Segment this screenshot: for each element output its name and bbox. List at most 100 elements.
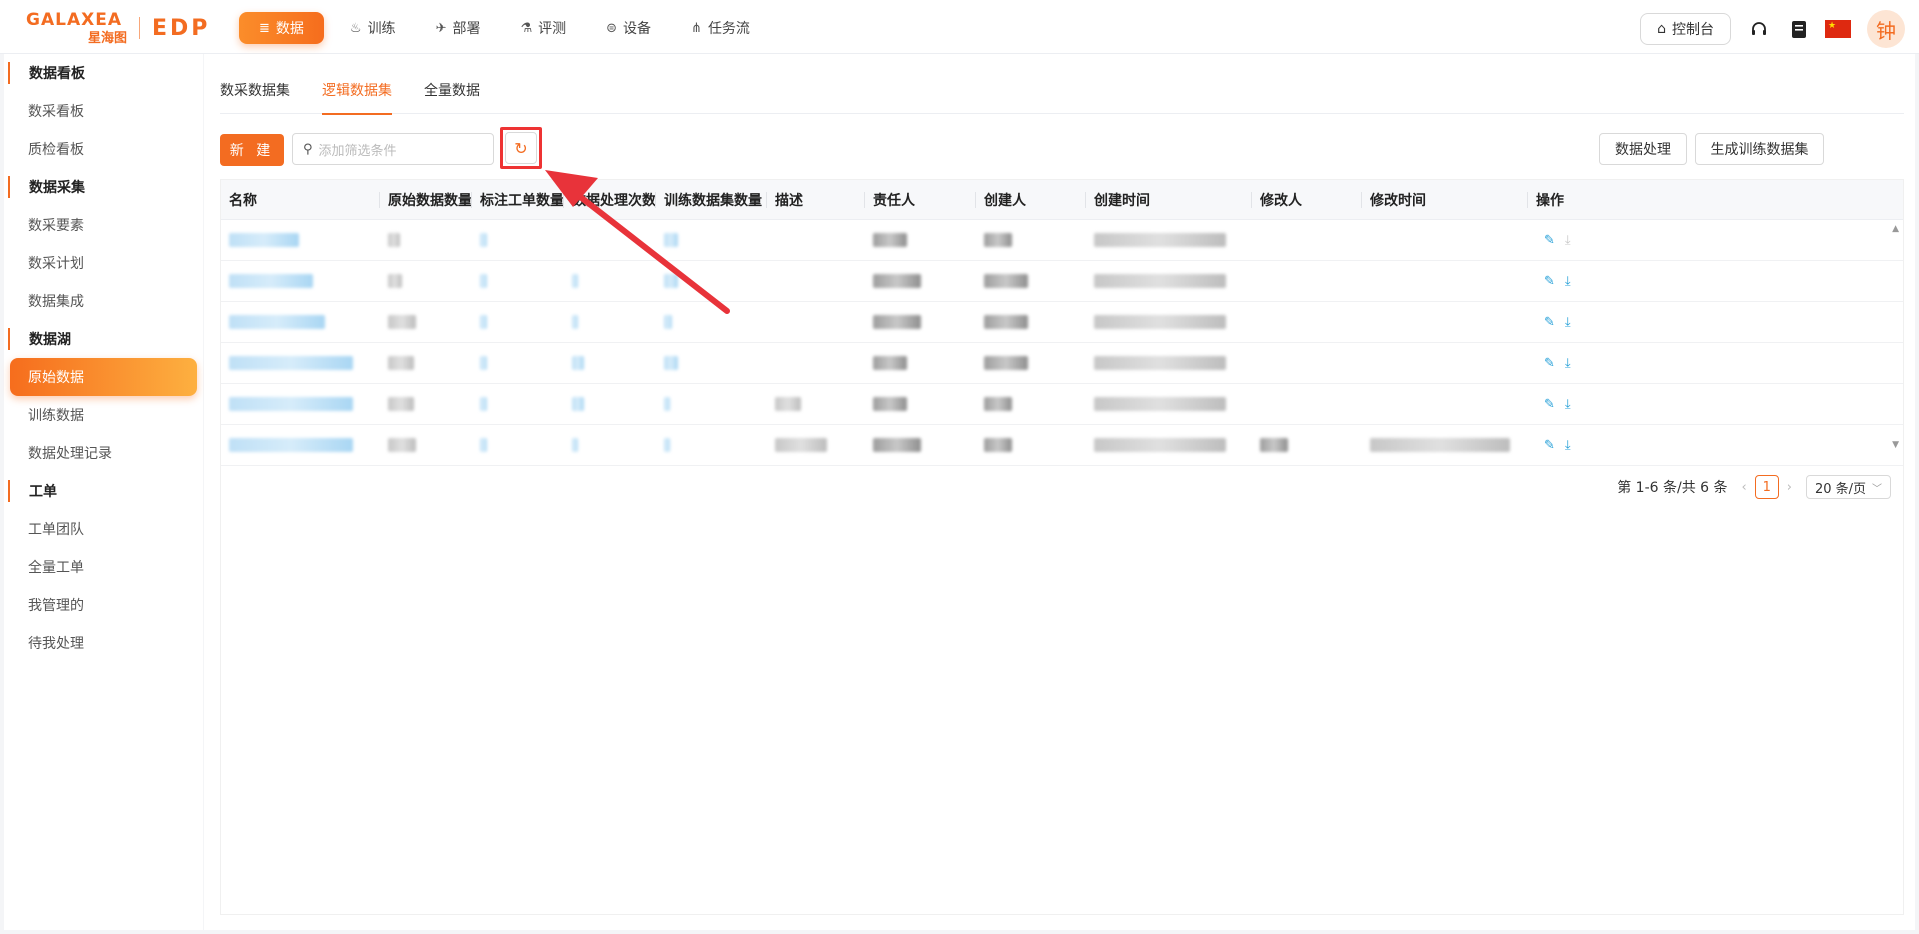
next-page-icon[interactable]: › (1787, 480, 1792, 495)
data-process-button[interactable]: 数据处理 (1599, 133, 1687, 165)
table-cell (976, 302, 1086, 343)
headset-icon[interactable] (1745, 15, 1773, 43)
table-row[interactable]: ✎ ⤓ (221, 384, 1903, 425)
table-cell[interactable] (221, 261, 380, 302)
download-icon[interactable]: ⤓ (1565, 438, 1571, 453)
china-flag-icon[interactable] (1825, 20, 1851, 38)
row-actions: ✎ ⤓ (1528, 220, 1624, 261)
edit-icon[interactable]: ✎ (1544, 233, 1555, 248)
table-cell[interactable] (221, 343, 380, 384)
edit-icon[interactable]: ✎ (1544, 438, 1555, 453)
redacted-value (984, 438, 1012, 452)
table-cell (1086, 343, 1252, 384)
sidebar-group: 数据湖 (4, 320, 203, 358)
redacted-value (1094, 233, 1226, 247)
redacted-value (480, 356, 487, 370)
console-button[interactable]: ⌂ 控制台 (1640, 13, 1731, 45)
sidebar-item[interactable]: 工单团队 (4, 510, 203, 548)
redacted-value (1094, 356, 1226, 370)
scroll-up-icon[interactable]: ▲ (1892, 224, 1899, 234)
table-cell (380, 343, 472, 384)
table-cell (865, 343, 976, 384)
sidebar-item[interactable]: 待我处理 (4, 624, 203, 662)
table-cell (380, 384, 472, 425)
scroll-down-icon[interactable]: ▼ (1892, 440, 1899, 450)
page-number[interactable]: 1 (1754, 475, 1779, 499)
table-cell[interactable] (221, 220, 380, 261)
redacted-value (229, 397, 353, 411)
redacted-value (664, 274, 678, 288)
logo-sub: 星海图 (88, 30, 128, 46)
redacted-value (388, 356, 414, 370)
edit-icon[interactable]: ✎ (1544, 274, 1555, 289)
nav-item-3[interactable]: ⚗ 评测 (506, 12, 580, 44)
new-button[interactable]: 新 建 (220, 134, 284, 166)
table-cell[interactable] (221, 302, 380, 343)
download-icon[interactable]: ⤓ (1565, 274, 1571, 289)
redacted-value (572, 356, 584, 370)
nav-item-4[interactable]: ⊜ 设备 (592, 12, 665, 44)
table-cell (380, 425, 472, 466)
table-cell (472, 220, 564, 261)
generate-training-dataset-button[interactable]: 生成训练数据集 (1695, 133, 1824, 165)
top-right-actions: ⌂ 控制台 钟 (1640, 10, 1905, 48)
sidebar-item[interactable]: 数据处理记录 (4, 434, 203, 472)
console-label: 控制台 (1672, 22, 1714, 38)
redacted-value (388, 233, 400, 247)
search-icon: ⚲ (303, 141, 313, 157)
table-cell (656, 343, 767, 384)
redacted-value (388, 274, 402, 288)
download-icon[interactable]: ⤓ (1565, 233, 1571, 248)
sidebar-item[interactable]: 数据集成 (4, 282, 203, 320)
table-cell[interactable] (221, 384, 380, 425)
main-nav: ≣ 数据 ♨ 训练 ✈ 部署 ⚗ 评测 ⊜ 设备 ⋔ 任务流 (239, 12, 776, 44)
table-row[interactable]: ✎ ⤓ (221, 261, 1903, 302)
page-size-select[interactable]: 20 条/页 ﹀ (1805, 475, 1891, 499)
table-cell (767, 220, 865, 261)
prev-page-icon[interactable]: ‹ (1742, 480, 1747, 495)
nav-item-1[interactable]: ♨ 训练 (336, 12, 410, 44)
nav-item-5[interactable]: ⋔ 任务流 (677, 12, 764, 44)
nav-item-2[interactable]: ✈ 部署 (422, 12, 495, 44)
table-cell (1362, 343, 1528, 384)
sidebar-item[interactable]: 我管理的 (4, 586, 203, 624)
logo[interactable]: GALAXEA 星海图 EDP (26, 10, 211, 46)
sidebar-item[interactable]: 数采要素 (4, 206, 203, 244)
tab-1[interactable]: 逻辑数据集 (322, 66, 392, 115)
sidebar-item[interactable]: 训练数据 (4, 396, 203, 434)
edit-icon[interactable]: ✎ (1544, 397, 1555, 412)
table-row[interactable]: ✎ ⤓ (221, 425, 1903, 466)
table-cell[interactable] (221, 425, 380, 466)
redacted-value (664, 438, 670, 452)
table-cell (656, 425, 767, 466)
book-icon[interactable] (1785, 15, 1813, 43)
table-cell (564, 261, 656, 302)
avatar[interactable]: 钟 (1867, 10, 1905, 48)
table-cell (1362, 220, 1528, 261)
redacted-value (388, 397, 414, 411)
filter-search-input[interactable]: ⚲ 添加筛选条件 (292, 133, 494, 165)
refresh-button[interactable]: ↻ (505, 132, 537, 164)
tab-2[interactable]: 全量数据 (424, 66, 480, 114)
download-icon[interactable]: ⤓ (1565, 356, 1571, 371)
table-cell (564, 384, 656, 425)
table-row[interactable]: ✎ ⤓ (221, 220, 1903, 261)
column-header: 数据处理次数 (564, 180, 656, 220)
redacted-value (873, 356, 907, 370)
flask-icon: ⚗ (520, 20, 533, 36)
table-cell (380, 261, 472, 302)
sidebar-item[interactable]: 原始数据 (10, 358, 197, 396)
redacted-value (664, 233, 678, 247)
download-icon[interactable]: ⤓ (1565, 397, 1571, 412)
nav-item-0[interactable]: ≣ 数据 (239, 12, 324, 44)
sidebar-item[interactable]: 数采看板 (4, 92, 203, 130)
download-icon[interactable]: ⤓ (1565, 315, 1571, 330)
edit-icon[interactable]: ✎ (1544, 315, 1555, 330)
sidebar-item[interactable]: 数采计划 (4, 244, 203, 282)
sidebar-item[interactable]: 全量工单 (4, 548, 203, 586)
table-row[interactable]: ✎ ⤓ (221, 302, 1903, 343)
sidebar-item[interactable]: 质检看板 (4, 130, 203, 168)
table-row[interactable]: ✎ ⤓ (221, 343, 1903, 384)
edit-icon[interactable]: ✎ (1544, 356, 1555, 371)
tab-0[interactable]: 数采数据集 (220, 66, 290, 114)
